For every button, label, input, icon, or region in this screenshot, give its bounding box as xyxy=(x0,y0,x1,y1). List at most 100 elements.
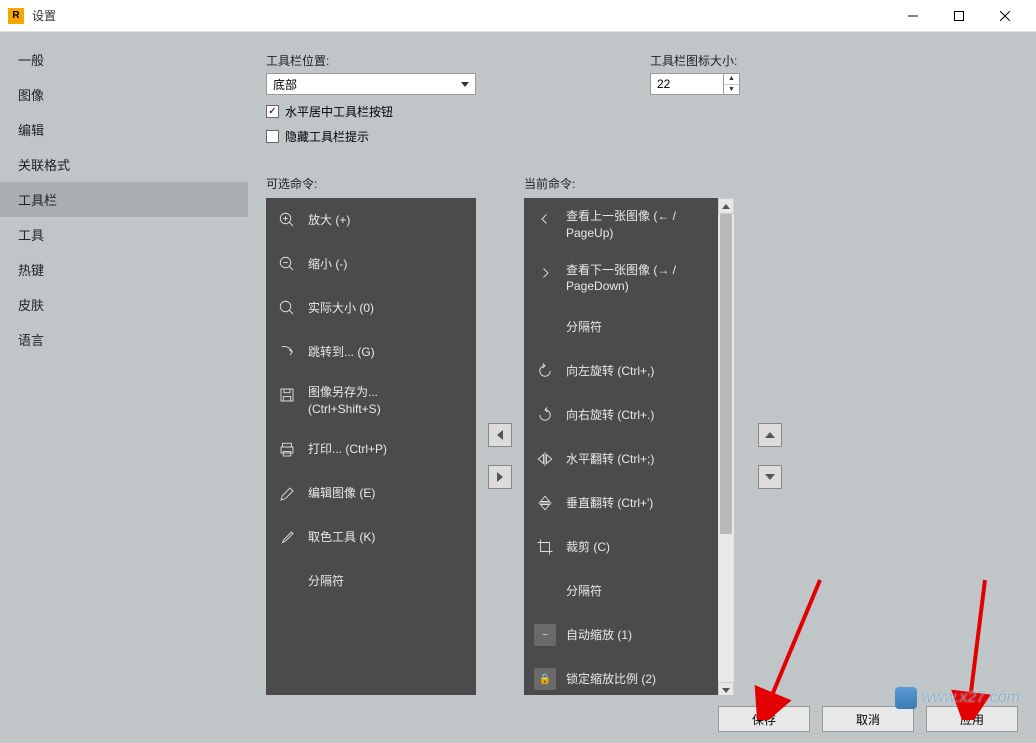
cancel-button[interactable]: 取消 xyxy=(822,706,914,732)
scroll-up-button[interactable] xyxy=(718,198,734,214)
command-item[interactable]: 分隔符 xyxy=(266,560,476,604)
toolbar-position-label: 工具栏位置: xyxy=(266,52,630,69)
command-item[interactable]: 查看上一张图像 (← /PageUp) xyxy=(524,198,718,252)
add-button[interactable] xyxy=(488,465,512,489)
command-item[interactable]: ~ 自动缩放 (1) xyxy=(524,613,718,657)
command-label: 自动缩放 (1) xyxy=(566,627,632,644)
flip-h-icon xyxy=(534,448,556,470)
command-label: 实际大小 (0) xyxy=(308,300,374,317)
scrollbar[interactable] xyxy=(718,198,734,698)
sidebar: 一般图像编辑关联格式工具栏工具热键皮肤语言 xyxy=(0,32,248,695)
sidebar-item[interactable]: 图像 xyxy=(0,77,248,112)
footer: 保存 取消 应用 xyxy=(0,695,1036,743)
command-item[interactable]: 分隔符 xyxy=(524,305,718,349)
move-down-button[interactable] xyxy=(758,465,782,489)
minimize-button[interactable] xyxy=(890,0,936,32)
command-label: 查看上一张图像 (← /PageUp) xyxy=(566,208,676,242)
command-item[interactable]: 编辑图像 (E) xyxy=(266,472,476,516)
center-buttons-label: 水平居中工具栏按钮 xyxy=(285,103,393,120)
none-icon xyxy=(534,316,556,338)
command-label: 水平翻转 (Ctrl+;) xyxy=(566,451,654,468)
command-label: 图像另存为...(Ctrl+Shift+S) xyxy=(308,384,381,418)
sidebar-item[interactable]: 关联格式 xyxy=(0,147,248,182)
command-item[interactable]: 图像另存为...(Ctrl+Shift+S) xyxy=(266,374,476,428)
goto-icon xyxy=(276,341,298,363)
hide-tips-label: 隐藏工具栏提示 xyxy=(285,128,369,145)
spin-up-button[interactable]: ▲ xyxy=(724,74,739,85)
prev-icon xyxy=(534,208,556,230)
lock-icon: 🔒 xyxy=(534,668,556,690)
triangle-down-icon xyxy=(765,474,775,480)
save-button[interactable]: 保存 xyxy=(718,706,810,732)
rotate-left-icon xyxy=(534,360,556,382)
rotate-right-icon xyxy=(534,404,556,426)
command-item[interactable]: 实际大小 (0) xyxy=(266,286,476,330)
command-item[interactable]: 跳转到... (G) xyxy=(266,330,476,374)
hide-tips-checkbox[interactable] xyxy=(266,130,279,143)
command-label: 分隔符 xyxy=(566,319,602,336)
center-buttons-checkbox[interactable] xyxy=(266,105,279,118)
command-label: 缩小 (-) xyxy=(308,256,347,273)
triangle-left-icon xyxy=(497,430,503,440)
command-item[interactable]: 向左旋转 (Ctrl+,) xyxy=(524,349,718,393)
maximize-button[interactable] xyxy=(936,0,982,32)
print-icon xyxy=(276,439,298,461)
command-item[interactable]: 分隔符 xyxy=(524,569,718,613)
none-icon xyxy=(534,580,556,602)
command-label: 垂直翻转 (Ctrl+') xyxy=(566,495,653,512)
none-icon xyxy=(276,571,298,593)
command-item[interactable]: 查看下一张图像 (→ /PageDown) xyxy=(524,252,718,306)
command-label: 打印... (Ctrl+P) xyxy=(308,441,387,458)
command-item[interactable]: 放大 (+) xyxy=(266,198,476,242)
move-up-button[interactable] xyxy=(758,423,782,447)
current-commands-header: 当前命令: xyxy=(524,175,734,192)
command-label: 锁定缩放比例 (2) xyxy=(566,671,656,688)
flip-v-icon xyxy=(534,492,556,514)
command-item[interactable]: 水平翻转 (Ctrl+;) xyxy=(524,437,718,481)
sidebar-item[interactable]: 语言 xyxy=(0,322,248,357)
zoom-out-icon xyxy=(276,253,298,275)
command-item[interactable]: 打印... (Ctrl+P) xyxy=(266,428,476,472)
color-picker-icon xyxy=(276,527,298,549)
auto-scale-icon: ~ xyxy=(534,624,556,646)
toolbar-position-select[interactable]: 底部 xyxy=(266,73,476,95)
sidebar-item[interactable]: 皮肤 xyxy=(0,287,248,322)
command-label: 查看下一张图像 (→ /PageDown) xyxy=(566,262,676,296)
available-commands-header: 可选命令: xyxy=(266,175,476,192)
icon-size-input[interactable]: 22 ▲ ▼ xyxy=(650,73,740,95)
scroll-thumb[interactable] xyxy=(720,214,732,534)
titlebar: R 设置 xyxy=(0,0,1036,32)
icon-size-value: 22 xyxy=(651,77,723,91)
actual-size-icon xyxy=(276,297,298,319)
command-label: 向右旋转 (Ctrl+.) xyxy=(566,407,654,424)
content-panel: 工具栏位置: 底部 水平居中工具栏按钮 隐藏工具栏提示 工具栏图标大小: 22 xyxy=(248,32,1036,695)
apply-button[interactable]: 应用 xyxy=(926,706,1018,732)
command-label: 跳转到... (G) xyxy=(308,344,375,361)
spin-down-button[interactable]: ▼ xyxy=(724,85,739,95)
zoom-in-icon xyxy=(276,209,298,231)
sidebar-item[interactable]: 一般 xyxy=(0,42,248,77)
sidebar-item[interactable]: 编辑 xyxy=(0,112,248,147)
sidebar-item[interactable]: 热键 xyxy=(0,252,248,287)
command-item[interactable]: 缩小 (-) xyxy=(266,242,476,286)
command-item[interactable]: 垂直翻转 (Ctrl+') xyxy=(524,481,718,525)
command-item[interactable]: 向右旋转 (Ctrl+.) xyxy=(524,393,718,437)
next-icon xyxy=(534,262,556,284)
command-label: 裁剪 (C) xyxy=(566,539,610,556)
remove-button[interactable] xyxy=(488,423,512,447)
current-commands-list[interactable]: 查看上一张图像 (← /PageUp) 查看下一张图像 (→ /PageDown)… xyxy=(524,198,734,698)
available-commands-list[interactable]: 放大 (+) 缩小 (-) 实际大小 (0) 跳转到... (G) 图像另存为...(C… xyxy=(266,198,476,698)
toolbar-position-value: 底部 xyxy=(273,76,297,93)
crop-icon xyxy=(534,536,556,558)
command-item[interactable]: 🔒 锁定缩放比例 (2) xyxy=(524,657,718,698)
command-label: 编辑图像 (E) xyxy=(308,485,375,502)
sidebar-item[interactable]: 工具栏 xyxy=(0,182,248,217)
close-button[interactable] xyxy=(982,0,1028,32)
command-label: 向左旋转 (Ctrl+,) xyxy=(566,363,654,380)
command-item[interactable]: 取色工具 (K) xyxy=(266,516,476,560)
app-icon: R xyxy=(8,8,24,24)
command-label: 取色工具 (K) xyxy=(308,529,375,546)
command-label: 分隔符 xyxy=(566,583,602,600)
command-item[interactable]: 裁剪 (C) xyxy=(524,525,718,569)
sidebar-item[interactable]: 工具 xyxy=(0,217,248,252)
